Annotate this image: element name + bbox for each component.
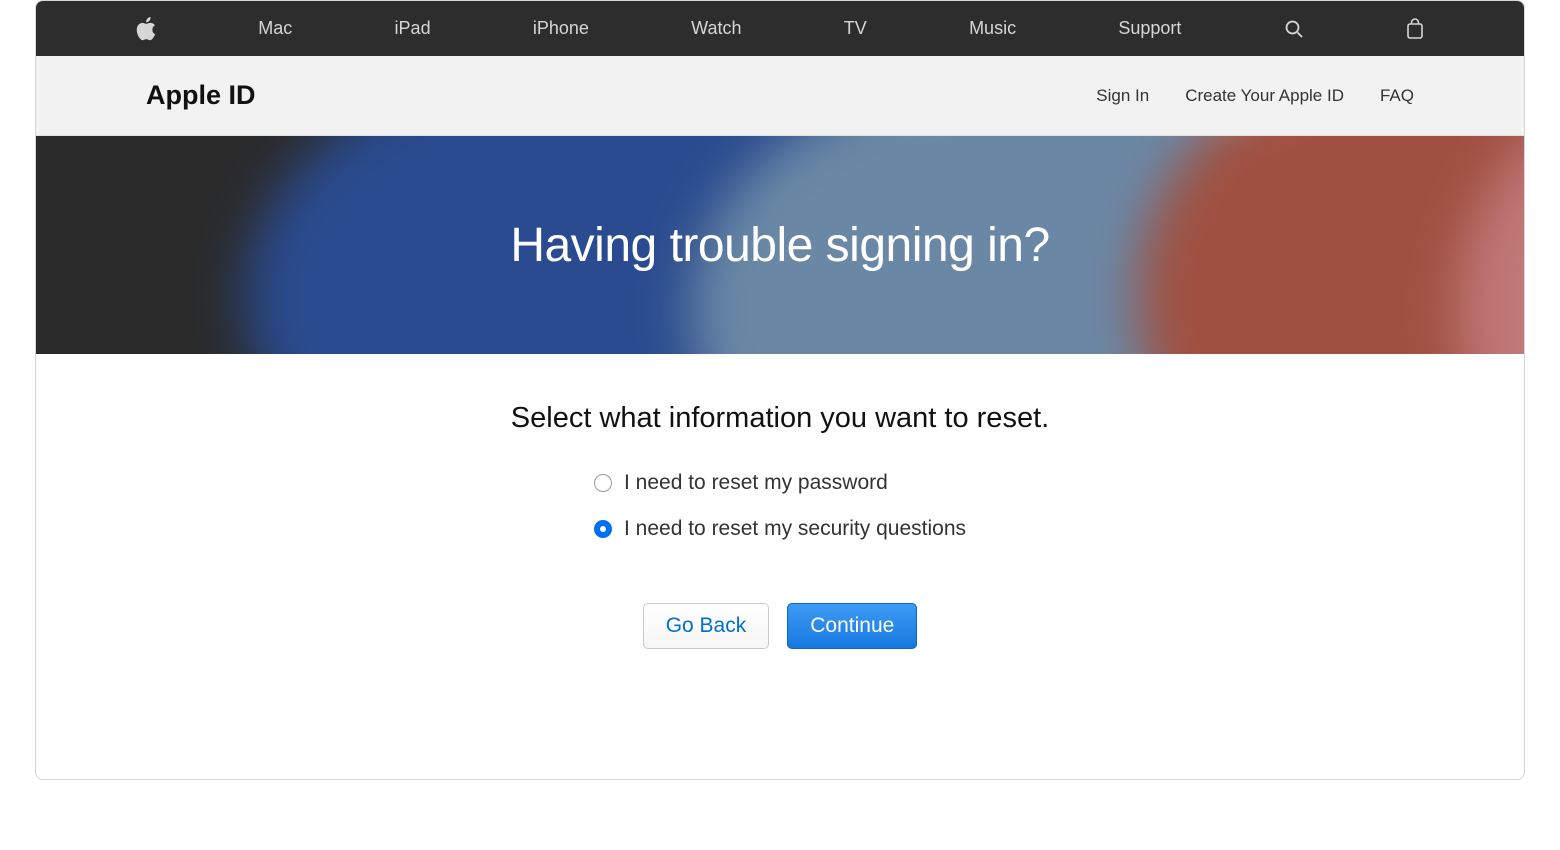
continue-button[interactable]: Continue xyxy=(787,603,917,649)
go-back-button[interactable]: Go Back xyxy=(643,603,770,649)
reset-form: Select what information you want to rese… xyxy=(36,354,1524,689)
option-reset-security-questions[interactable]: I need to reset my security questions xyxy=(594,517,966,541)
brand-title[interactable]: Apple ID xyxy=(146,80,256,111)
nav-item-support[interactable]: Support xyxy=(1118,18,1181,39)
search-icon[interactable] xyxy=(1284,19,1304,39)
form-heading: Select what information you want to rese… xyxy=(76,402,1484,435)
nav-item-mac[interactable]: Mac xyxy=(258,18,292,39)
global-nav: Mac iPad iPhone Watch TV Music Support xyxy=(36,1,1524,56)
nav-item-tv[interactable]: TV xyxy=(844,18,867,39)
link-faq[interactable]: FAQ xyxy=(1380,86,1414,106)
sub-nav-links: Sign In Create Your Apple ID FAQ xyxy=(1096,86,1414,106)
hero-title: Having trouble signing in? xyxy=(510,218,1049,273)
option-label: I need to reset my password xyxy=(624,471,888,495)
option-label: I need to reset my security questions xyxy=(624,517,966,541)
nav-item-iphone[interactable]: iPhone xyxy=(533,18,589,39)
nav-item-watch[interactable]: Watch xyxy=(691,18,741,39)
reset-options: I need to reset my password I need to re… xyxy=(594,471,966,541)
hero-banner: Having trouble signing in? xyxy=(36,136,1524,354)
radio-icon[interactable] xyxy=(594,474,612,492)
link-create-apple-id[interactable]: Create Your Apple ID xyxy=(1185,86,1344,106)
form-buttons: Go Back Continue xyxy=(76,603,1484,649)
apple-logo-icon[interactable] xyxy=(136,17,156,41)
radio-icon[interactable] xyxy=(594,520,612,538)
bag-icon[interactable] xyxy=(1406,18,1424,40)
nav-item-music[interactable]: Music xyxy=(969,18,1016,39)
sub-nav: Apple ID Sign In Create Your Apple ID FA… xyxy=(36,56,1524,136)
option-reset-password[interactable]: I need to reset my password xyxy=(594,471,888,495)
nav-item-ipad[interactable]: iPad xyxy=(395,18,431,39)
link-sign-in[interactable]: Sign In xyxy=(1096,86,1149,106)
